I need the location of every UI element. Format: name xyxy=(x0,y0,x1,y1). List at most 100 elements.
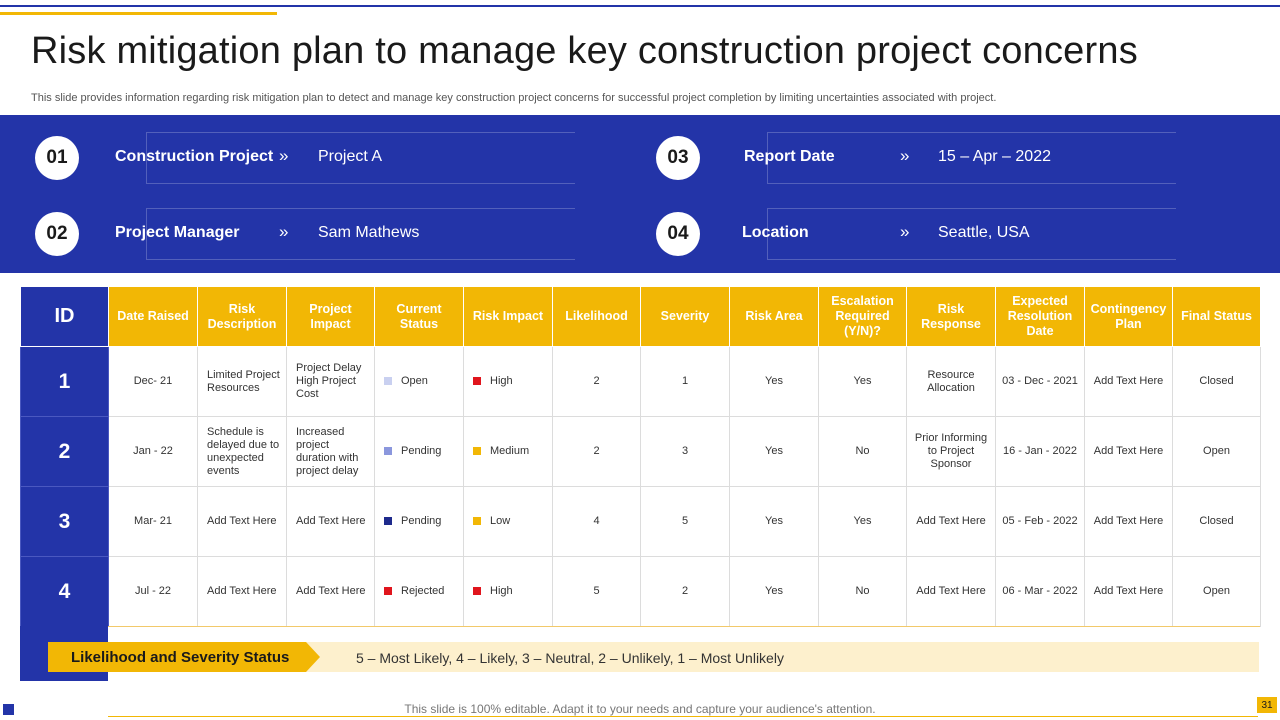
cell-risk-response: Add Text Here xyxy=(906,486,996,557)
cell-escalation: Yes xyxy=(818,486,907,557)
cell-current-status: Pending xyxy=(374,486,464,557)
risk-color-square xyxy=(473,587,481,595)
status-color-square xyxy=(384,377,392,385)
info-label: Report Date xyxy=(744,148,835,165)
info-value: Seattle, USA xyxy=(938,224,1030,241)
column-header-severity: Severity xyxy=(640,286,730,347)
column-header-risk-impact: Risk Impact xyxy=(463,286,553,347)
cell-risk-description: Add Text Here xyxy=(197,556,287,627)
cell-resolution-date: 03 - Dec - 2021 xyxy=(995,346,1085,417)
cell-risk-area: Yes xyxy=(729,556,819,627)
cell-risk-response: Resource Allocation xyxy=(906,346,996,417)
risk-impact-text: High xyxy=(490,375,513,387)
info-value: Project A xyxy=(318,148,383,165)
cell-likelihood: 4 xyxy=(552,486,641,557)
cell-project-impact: Increased project duration with project … xyxy=(286,416,375,487)
cell-risk-impact: High xyxy=(463,556,553,627)
info-item-project-manager: 02 Project Manager » Sam Mathews xyxy=(35,208,575,260)
cell-risk-impact: Low xyxy=(463,486,553,557)
info-label: Location xyxy=(742,224,809,241)
info-item-construction-project: 01 Construction Project » Project A xyxy=(35,132,575,184)
cell-risk-area: Yes xyxy=(729,416,819,487)
cell-risk-area: Yes xyxy=(729,346,819,417)
slide-title: Risk mitigation plan to manage key const… xyxy=(31,30,1138,72)
risk-impact-text: High xyxy=(490,585,513,597)
table-row: 1 Dec- 21 Limited Project Resources Proj… xyxy=(20,346,1261,417)
table-bottom-rule xyxy=(108,626,1260,627)
status-text: Open xyxy=(401,375,428,387)
cell-contingency-plan: Add Text Here xyxy=(1084,556,1173,627)
cell-severity: 3 xyxy=(640,416,730,487)
status-text: Pending xyxy=(401,445,442,457)
info-item-location: 04 Location » Seattle, USA xyxy=(656,208,1176,260)
info-value: Sam Mathews xyxy=(318,224,420,241)
column-header-project-impact: Project Impact xyxy=(286,286,375,347)
cell-date-raised: Mar- 21 xyxy=(108,486,198,557)
risk-table: ID Date Raised Risk Description Project … xyxy=(20,286,1261,627)
cell-final-status: Open xyxy=(1172,416,1261,487)
cell-project-impact: Add Text Here xyxy=(286,556,375,627)
cell-risk-description: Schedule is delayed due to unexpected ev… xyxy=(197,416,287,487)
table-row: 3 Mar- 21 Add Text Here Add Text Here Pe… xyxy=(20,486,1261,557)
cell-final-status: Open xyxy=(1172,556,1261,627)
cell-contingency-plan: Add Text Here xyxy=(1084,346,1173,417)
chevron-right-icon: » xyxy=(900,146,910,165)
table-header-row: ID Date Raised Risk Description Project … xyxy=(20,286,1261,347)
info-number-badge: 02 xyxy=(35,212,79,256)
table-row: 2 Jan - 22 Schedule is delayed due to un… xyxy=(20,416,1261,487)
cell-date-raised: Jan - 22 xyxy=(108,416,198,487)
row-id: 2 xyxy=(20,416,109,487)
cell-risk-description: Limited Project Resources xyxy=(197,346,287,417)
info-number-badge: 03 xyxy=(656,136,700,180)
cell-risk-impact: High xyxy=(463,346,553,417)
legend-description: 5 – Most Likely, 4 – Likely, 3 – Neutral… xyxy=(356,650,784,666)
status-color-square xyxy=(384,447,392,455)
cell-risk-description: Add Text Here xyxy=(197,486,287,557)
status-text: Pending xyxy=(401,515,442,527)
cell-final-status: Closed xyxy=(1172,486,1261,557)
cell-escalation: No xyxy=(818,556,907,627)
footer-note: This slide is 100% editable. Adapt it to… xyxy=(404,702,876,716)
info-value: 15 – Apr – 2022 xyxy=(938,148,1051,165)
cell-escalation: Yes xyxy=(818,346,907,417)
cell-severity: 5 xyxy=(640,486,730,557)
cell-project-impact: Add Text Here xyxy=(286,486,375,557)
cell-escalation: No xyxy=(818,416,907,487)
cell-current-status: Rejected xyxy=(374,556,464,627)
row-id: 3 xyxy=(20,486,109,557)
cell-date-raised: Dec- 21 xyxy=(108,346,198,417)
cell-likelihood: 5 xyxy=(552,556,641,627)
top-gold-accent xyxy=(0,12,277,15)
cell-severity: 2 xyxy=(640,556,730,627)
cell-likelihood: 2 xyxy=(552,346,641,417)
chevron-right-icon: » xyxy=(279,222,289,241)
cell-contingency-plan: Add Text Here xyxy=(1084,486,1173,557)
risk-color-square xyxy=(473,447,481,455)
legend-label: Likelihood and Severity Status xyxy=(71,649,290,666)
status-color-square xyxy=(384,587,392,595)
cell-risk-response: Prior Informing to Project Sponsor xyxy=(906,416,996,487)
row-id: 1 xyxy=(20,346,109,417)
column-header-id: ID xyxy=(20,286,109,347)
cell-risk-impact: Medium xyxy=(463,416,553,487)
column-header-date-raised: Date Raised xyxy=(108,286,198,347)
row-id: 4 xyxy=(20,556,109,627)
cell-current-status: Pending xyxy=(374,416,464,487)
chevron-right-icon: » xyxy=(279,146,289,165)
footer-line xyxy=(108,716,1258,717)
cell-resolution-date: 05 - Feb - 2022 xyxy=(995,486,1085,557)
risk-color-square xyxy=(473,377,481,385)
cell-resolution-date: 16 - Jan - 2022 xyxy=(995,416,1085,487)
status-color-square xyxy=(384,517,392,525)
info-label: Construction Project xyxy=(115,148,274,165)
column-header-risk-response: Risk Response xyxy=(906,286,996,347)
table-row: 4 Jul - 22 Add Text Here Add Text Here R… xyxy=(20,556,1261,627)
column-header-likelihood: Likelihood xyxy=(552,286,641,347)
cell-likelihood: 2 xyxy=(552,416,641,487)
cell-current-status: Open xyxy=(374,346,464,417)
cell-resolution-date: 06 - Mar - 2022 xyxy=(995,556,1085,627)
risk-impact-text: Low xyxy=(490,515,511,527)
project-info-band: 01 Construction Project » Project A 02 P… xyxy=(0,115,1280,273)
cell-risk-response: Add Text Here xyxy=(906,556,996,627)
cell-risk-area: Yes xyxy=(729,486,819,557)
